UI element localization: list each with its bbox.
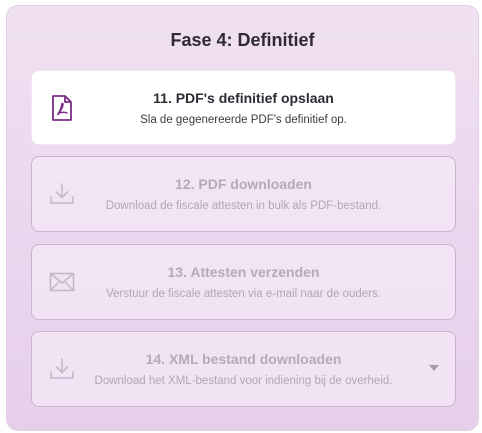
step-title: 12. PDF downloaden — [175, 176, 312, 192]
phase-panel: Fase 4: Definitief 11. PDF's definitief … — [6, 5, 479, 431]
step-title: 13. Attesten verzenden — [167, 264, 320, 280]
step-description: Verstuur de fiscale attesten via e-mail … — [106, 288, 381, 300]
step-send-certificates[interactable]: 13. Attesten verzenden Verstuur de fisca… — [31, 244, 456, 320]
step-description: Download het XML-bestand voor indiening … — [94, 375, 393, 387]
phase-title: Fase 4: Definitief — [170, 30, 315, 50]
step-save-pdfs[interactable]: 11. PDF's definitief opslaan Sla de gege… — [31, 70, 456, 145]
chevron-down-icon[interactable] — [429, 365, 439, 371]
step-description: Sla de gegenereerde PDF's definitief op. — [140, 113, 347, 126]
step-description: Download de fiscale attesten in bulk als… — [105, 200, 382, 212]
download-icon — [48, 355, 76, 383]
step-title: 11. PDF's definitief opslaan — [153, 89, 334, 106]
envelope-icon — [48, 268, 76, 296]
step-title: 14. XML bestand downloaden — [145, 351, 342, 367]
download-icon — [48, 180, 76, 208]
step-download-xml[interactable]: 14. XML bestand downloaden Download het … — [31, 331, 456, 407]
step-download-pdf[interactable]: 12. PDF downloaden Download de fiscale a… — [31, 156, 456, 232]
pdf-file-icon — [48, 94, 76, 122]
